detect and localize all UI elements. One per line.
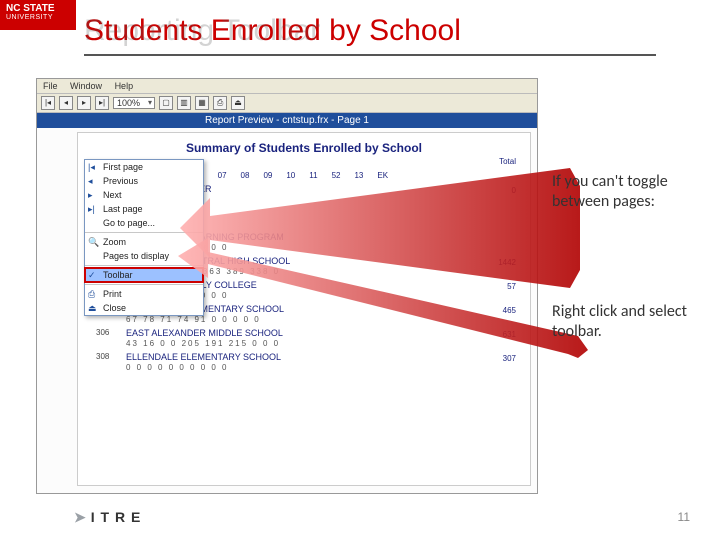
tip-text-1: If you can't toggle between pages: [552, 172, 692, 212]
next-page-btn[interactable]: ▸ [77, 96, 91, 110]
school-name: ELLENDALE ELEMENTARY SCHOOL [126, 352, 522, 362]
context-menu[interactable]: |◂First page ◂Previous ▸Next ▸|Last page… [84, 159, 204, 316]
school-row: 306 EAST ALEXANDER MIDDLE SCHOOL43 16 0 0… [86, 328, 522, 348]
brand-line2: UNIVERSITY [6, 14, 70, 21]
first-page-btn[interactable]: |◂ [41, 96, 55, 110]
col-total: Total [499, 157, 516, 166]
school-total: 57 [507, 282, 516, 291]
title-ghost: Reporting Toolbar [84, 14, 320, 48]
brand-line1: NC STATE [6, 3, 55, 14]
app-toolbar: |◂ ◂ ▸ ▸| 100% ▢ ▥ ▦ ⎙ ⏏ [37, 94, 537, 113]
report-page: Summary of Students Enrolled by School T… [77, 132, 531, 486]
ncstate-logo: NC STATE UNIVERSITY [0, 0, 76, 30]
slide-title: Reporting Toolbar Students Enrolled by S… [84, 14, 461, 48]
school-code: 308 [96, 352, 109, 361]
school-total: 1442 [498, 258, 516, 267]
ctx-prev[interactable]: ◂Previous [85, 174, 203, 188]
menu-help[interactable]: Help [115, 81, 134, 91]
report-title: Summary of Students Enrolled by School [86, 141, 522, 155]
ctx-print[interactable]: ⎙Print [85, 287, 203, 301]
itre-logo: ➤I T R E [74, 509, 141, 526]
ctx-zoom[interactable]: 🔍Zoom [85, 235, 203, 249]
school-row: 308 ELLENDALE ELEMENTARY SCHOOL0 0 0 0 0 … [86, 352, 522, 372]
school-total: 465 [503, 306, 516, 315]
ctx-last[interactable]: ▸|Last page [85, 202, 203, 216]
school-total: 631 [503, 330, 516, 339]
view-btn-3[interactable]: ▦ [195, 96, 209, 110]
view-btn-1[interactable]: ▢ [159, 96, 173, 110]
app-menubar[interactable]: File Window Help [37, 79, 537, 94]
report-screenshot: File Window Help |◂ ◂ ▸ ▸| 100% ▢ ▥ ▦ ⎙ … [36, 78, 538, 494]
last-page-btn[interactable]: ▸| [95, 96, 109, 110]
prev-page-btn[interactable]: ◂ [59, 96, 73, 110]
preview-header: Report Preview - cntstup.frx - Page 1 [37, 113, 537, 128]
school-nums: 0 0 0 0 0 0 0 0 0 0 [126, 363, 522, 372]
ctx-close[interactable]: ⏏Close [85, 301, 203, 315]
school-name: EAST ALEXANDER MIDDLE SCHOOL [126, 328, 522, 338]
ctx-goto[interactable]: Go to page... [85, 216, 203, 230]
ctx-first[interactable]: |◂First page [85, 160, 203, 174]
ctx-toolbar[interactable]: ✓Toolbar [85, 268, 203, 282]
school-nums: 67 78 71 74 91 0 0 0 0 0 [126, 315, 522, 324]
slide-number: 11 [678, 510, 690, 524]
itre-mark-icon: ➤ [74, 509, 87, 525]
zoom-combo[interactable]: 100% [113, 97, 155, 109]
menu-window[interactable]: Window [70, 81, 102, 91]
school-total: 0 [512, 186, 516, 195]
print-btn[interactable]: ⎙ [213, 96, 227, 110]
school-nums: 43 16 0 0 205 191 215 0 0 0 [126, 339, 522, 348]
ctx-ptd[interactable]: Pages to display [85, 249, 203, 263]
menu-file[interactable]: File [43, 81, 58, 91]
ctx-next[interactable]: ▸Next [85, 188, 203, 202]
title-divider [84, 54, 656, 56]
close-btn[interactable]: ⏏ [231, 96, 245, 110]
school-total: 307 [503, 354, 516, 363]
school-code: 306 [96, 328, 109, 337]
view-btn-2[interactable]: ▥ [177, 96, 191, 110]
tip-text-2: Right click and select toolbar. [552, 302, 692, 342]
